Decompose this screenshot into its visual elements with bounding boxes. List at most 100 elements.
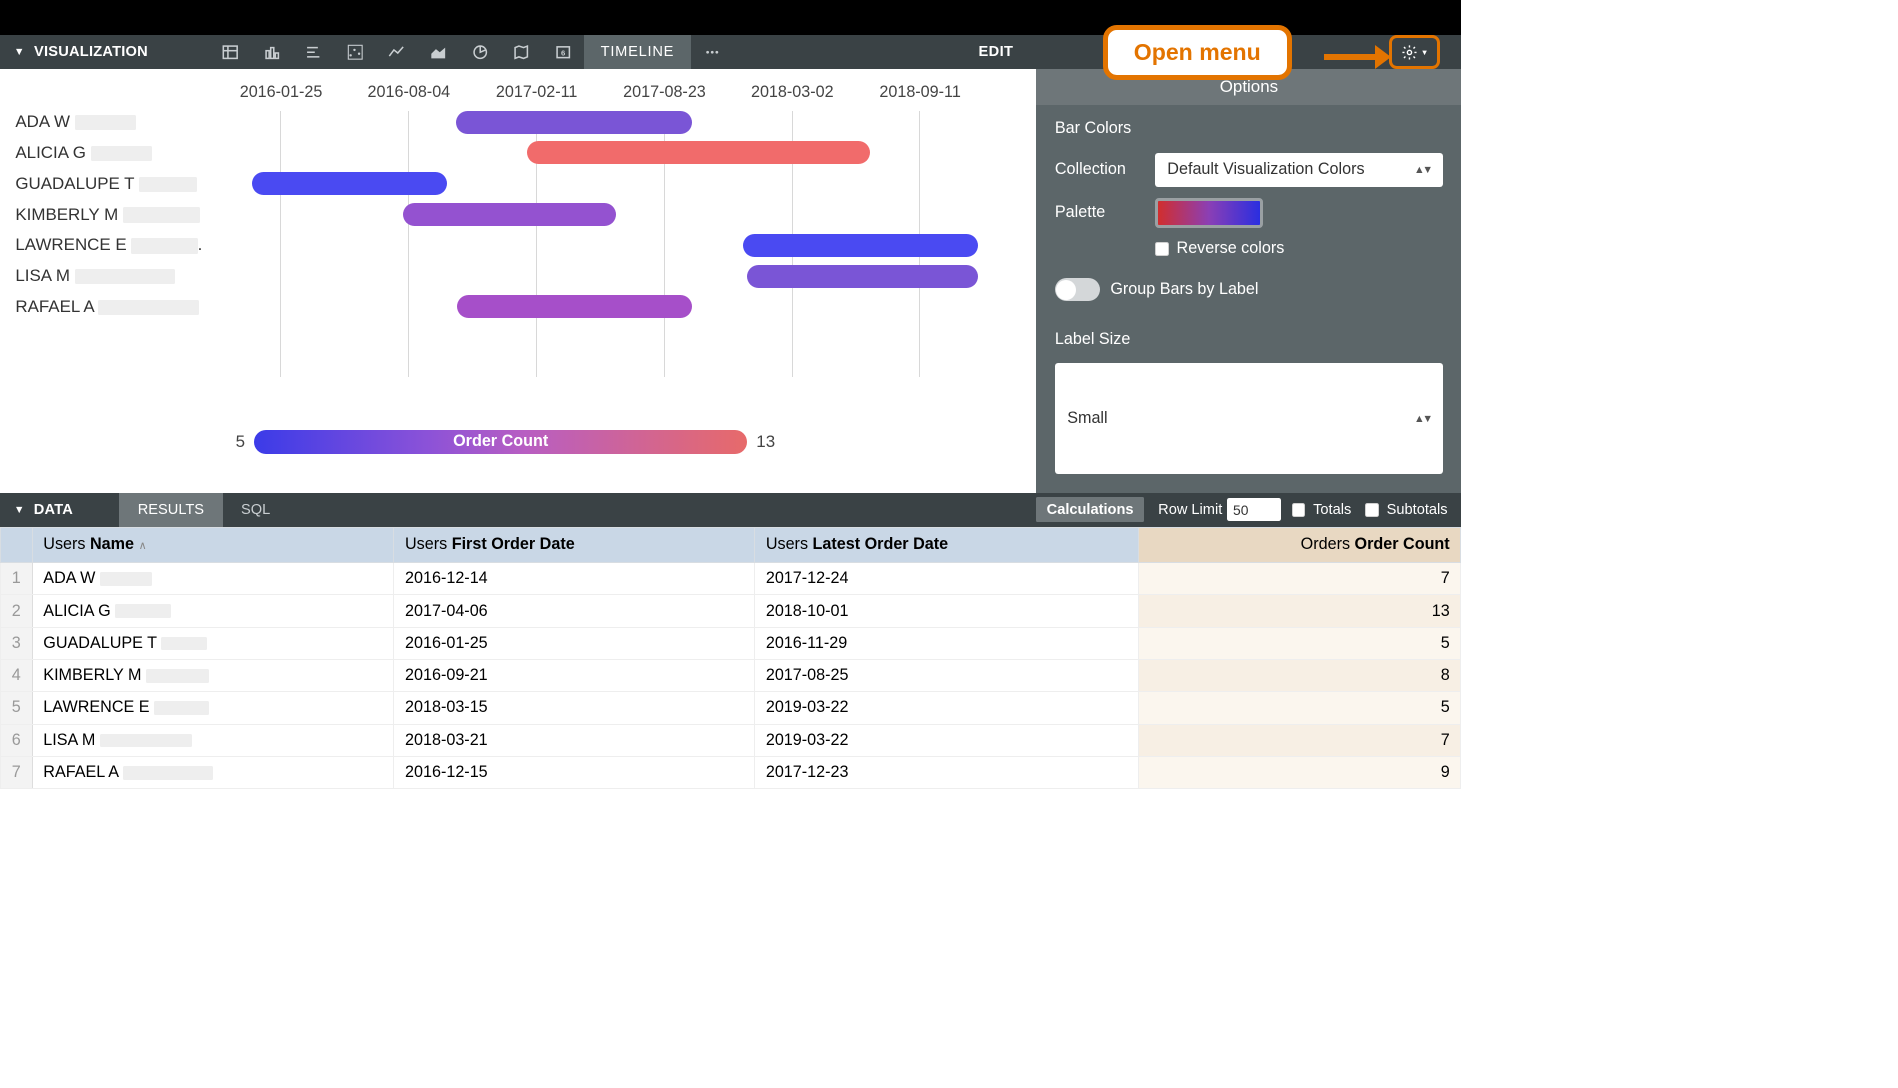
palette-label: Palette xyxy=(1055,203,1155,222)
pie-viz-icon[interactable] xyxy=(459,35,501,69)
cell-name: GUADALUPE T xyxy=(32,627,394,659)
table-row: 3GUADALUPE T 2016-01-252016-11-295 xyxy=(1,627,1461,659)
bar-viz-icon[interactable] xyxy=(251,35,293,69)
scatter-viz-icon[interactable] xyxy=(334,35,376,69)
timeline-bar[interactable] xyxy=(403,203,616,226)
results-table: Users Name∧Users First Order DateUsers L… xyxy=(0,527,1461,790)
legend-min: 5 xyxy=(236,432,245,452)
row-limit-input[interactable] xyxy=(1227,498,1281,521)
palette-swatch[interactable] xyxy=(1155,198,1263,229)
row-index: 2 xyxy=(1,595,33,627)
tab-results[interactable]: RESULTS xyxy=(119,493,222,527)
row-index: 5 xyxy=(1,692,33,724)
timeline-bar[interactable] xyxy=(252,172,447,195)
data-title: DATA xyxy=(34,502,73,518)
timeline-bar[interactable] xyxy=(747,265,978,288)
tab-sql[interactable]: SQL xyxy=(223,493,289,527)
line-viz-icon[interactable] xyxy=(376,35,418,69)
collection-value: Default Visualization Colors xyxy=(1167,160,1364,179)
cell-first-order: 2018-03-15 xyxy=(394,692,755,724)
legend-label: Order Count xyxy=(453,432,548,451)
cell-order-count: 13 xyxy=(1139,595,1461,627)
timeline-row: KIMBERLY M xyxy=(0,199,1036,230)
cell-order-count: 5 xyxy=(1139,692,1461,724)
timeline-row: ALICIA G xyxy=(0,138,1036,169)
reverse-colors-checkbox[interactable] xyxy=(1155,242,1169,256)
cell-latest-order: 2016-11-29 xyxy=(755,627,1139,659)
data-header: ▼ DATA RESULTS SQL Calculations Row Limi… xyxy=(0,493,1461,527)
label-size-select[interactable]: Small ▲▼ xyxy=(1055,363,1443,474)
select-chevron-icon: ▲▼ xyxy=(1414,413,1431,425)
single-value-viz-icon[interactable]: 6 xyxy=(542,35,584,69)
row-label: GUADALUPE T xyxy=(0,174,217,194)
row-label: LAWRENCE E . xyxy=(0,235,217,255)
cell-name: KIMBERLY M xyxy=(32,659,394,691)
options-panel: Options Bar Colors Collection Default Vi… xyxy=(1036,69,1461,493)
x-tick: 2018-03-02 xyxy=(728,83,856,102)
calculations-button[interactable]: Calculations xyxy=(1036,497,1144,522)
x-tick: 2016-01-25 xyxy=(217,83,345,102)
table-viz-icon[interactable] xyxy=(210,35,252,69)
x-tick: 2017-08-23 xyxy=(601,83,729,102)
row-label: LISA M xyxy=(0,266,217,286)
cell-order-count: 5 xyxy=(1139,627,1461,659)
table-row: 1ADA W 2016-12-142017-12-247 xyxy=(1,563,1461,595)
column-header[interactable]: Orders Order Count xyxy=(1139,527,1461,562)
label-size-label: Label Size xyxy=(1036,312,1461,354)
row-index: 3 xyxy=(1,627,33,659)
collection-select[interactable]: Default Visualization Colors ▲▼ xyxy=(1155,153,1443,187)
collection-label: Collection xyxy=(1055,160,1155,179)
cell-name: ALICIA G xyxy=(32,595,394,627)
legend-max: 13 xyxy=(756,432,775,452)
map-viz-icon[interactable] xyxy=(501,35,543,69)
cell-name: LAWRENCE E xyxy=(32,692,394,724)
table-row: 4KIMBERLY M 2016-09-212017-08-258 xyxy=(1,659,1461,691)
timeline-bar[interactable] xyxy=(527,141,869,164)
cell-latest-order: 2017-08-25 xyxy=(755,659,1139,691)
totals-checkbox[interactable] xyxy=(1292,503,1306,517)
svg-text:6: 6 xyxy=(561,48,566,57)
subtotals-label: Subtotals xyxy=(1387,502,1448,518)
edit-panel-label: EDIT xyxy=(979,44,1014,60)
timeline-bar[interactable] xyxy=(457,295,692,318)
cell-order-count: 7 xyxy=(1139,724,1461,756)
row-label: RAFAEL A xyxy=(0,297,217,317)
x-tick: 2018-09-11 xyxy=(856,83,984,102)
reverse-colors-label: Reverse colors xyxy=(1177,239,1285,258)
visualization-title: VISUALIZATION xyxy=(34,44,148,60)
more-viz-icon[interactable] xyxy=(691,35,733,69)
group-bars-toggle[interactable] xyxy=(1055,278,1100,301)
timeline-viz-tab[interactable]: TIMELINE xyxy=(584,35,691,69)
callout-arrow-head xyxy=(1375,45,1391,69)
legend-gradient: Order Count xyxy=(254,430,747,455)
cell-order-count: 9 xyxy=(1139,756,1461,788)
timeline-row: LISA M xyxy=(0,261,1036,292)
column-header[interactable]: Users First Order Date xyxy=(394,527,755,562)
hbar-viz-icon[interactable] xyxy=(293,35,335,69)
open-menu-callout: Open menu xyxy=(1103,25,1292,80)
caret-down-icon: ▼ xyxy=(1421,48,1429,57)
label-size-value: Small xyxy=(1067,409,1107,428)
x-tick: 2017-02-11 xyxy=(473,83,601,102)
area-viz-icon[interactable] xyxy=(417,35,459,69)
subtotals-checkbox[interactable] xyxy=(1365,503,1379,517)
column-header[interactable]: Users Latest Order Date xyxy=(755,527,1139,562)
column-header[interactable]: Users Name∧ xyxy=(32,527,394,562)
timeline-chart: 2016-01-252016-08-042017-02-112017-08-23… xyxy=(0,69,1036,493)
x-tick: 2016-08-04 xyxy=(345,83,473,102)
cell-first-order: 2016-01-25 xyxy=(394,627,755,659)
viz-collapse-caret[interactable]: ▼ xyxy=(14,46,25,58)
data-collapse-caret[interactable]: ▼ xyxy=(14,504,25,516)
timeline-row: ADA W xyxy=(0,107,1036,138)
timeline-bar[interactable] xyxy=(743,234,977,257)
cell-first-order: 2017-04-06 xyxy=(394,595,755,627)
row-label: KIMBERLY M xyxy=(0,205,217,225)
timeline-bar[interactable] xyxy=(456,111,692,134)
timeline-row: LAWRENCE E . xyxy=(0,230,1036,261)
cell-first-order: 2018-03-21 xyxy=(394,724,755,756)
table-row: 5LAWRENCE E 2018-03-152019-03-225 xyxy=(1,692,1461,724)
cell-name: ADA W xyxy=(32,563,394,595)
viz-settings-gear-button[interactable]: ▼ xyxy=(1389,35,1440,69)
color-legend: 5 Order Count 13 xyxy=(236,430,776,455)
cell-latest-order: 2019-03-22 xyxy=(755,692,1139,724)
